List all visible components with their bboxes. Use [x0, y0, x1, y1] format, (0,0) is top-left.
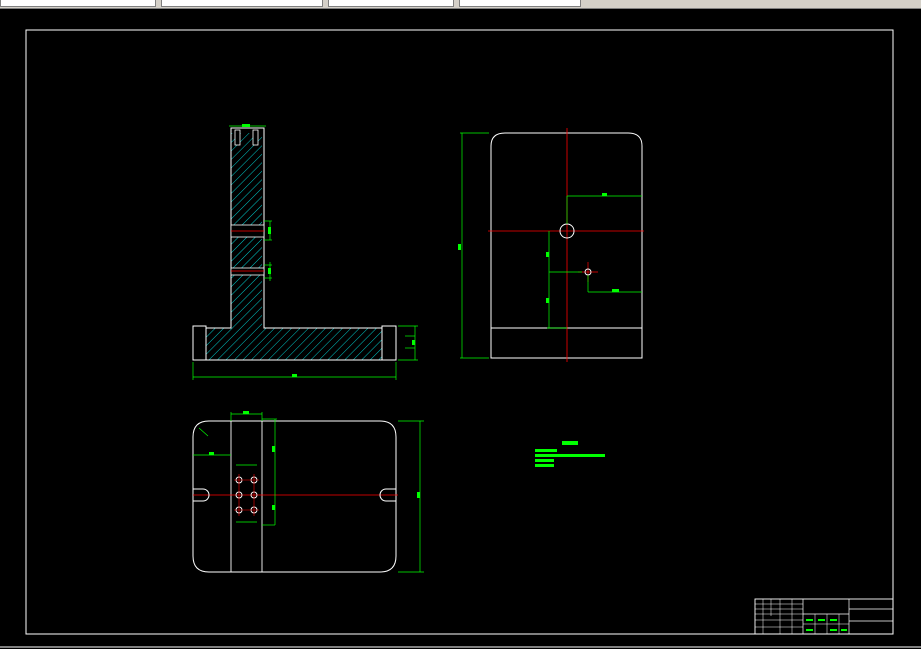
side-dimensions — [460, 132, 642, 359]
tech-req-line-2 — [535, 454, 605, 457]
cad-drawing-canvas[interactable] — [0, 9, 921, 649]
technical-requirements — [535, 441, 605, 467]
side-dim-labels — [458, 193, 619, 303]
tech-req-line-1 — [535, 449, 557, 452]
tech-req-heading-mark — [562, 441, 578, 445]
top-outline — [192, 420, 397, 573]
tech-req-line-4 — [535, 464, 554, 467]
top-slot-left — [234, 129, 241, 146]
top-view — [192, 411, 424, 573]
front-section-view — [192, 124, 418, 380]
top-slot-right — [252, 129, 259, 146]
tab-4[interactable] — [459, 0, 581, 7]
tab-bar — [0, 0, 921, 9]
column-hole-lower — [230, 267, 265, 276]
side-outline — [490, 132, 643, 359]
tab-2[interactable] — [161, 0, 323, 7]
tab-3[interactable] — [328, 0, 454, 7]
title-block-grid — [755, 599, 849, 634]
drawing-frame-inner — [25, 29, 894, 635]
bracket-outline — [192, 127, 397, 361]
tech-req-line-3 — [535, 459, 554, 462]
title-block-entries — [806, 619, 847, 631]
top-dimensions — [193, 412, 424, 573]
tab-1[interactable] — [0, 0, 156, 7]
title-block — [754, 598, 894, 635]
side-view — [458, 128, 644, 362]
section-hatch — [206, 133, 382, 360]
